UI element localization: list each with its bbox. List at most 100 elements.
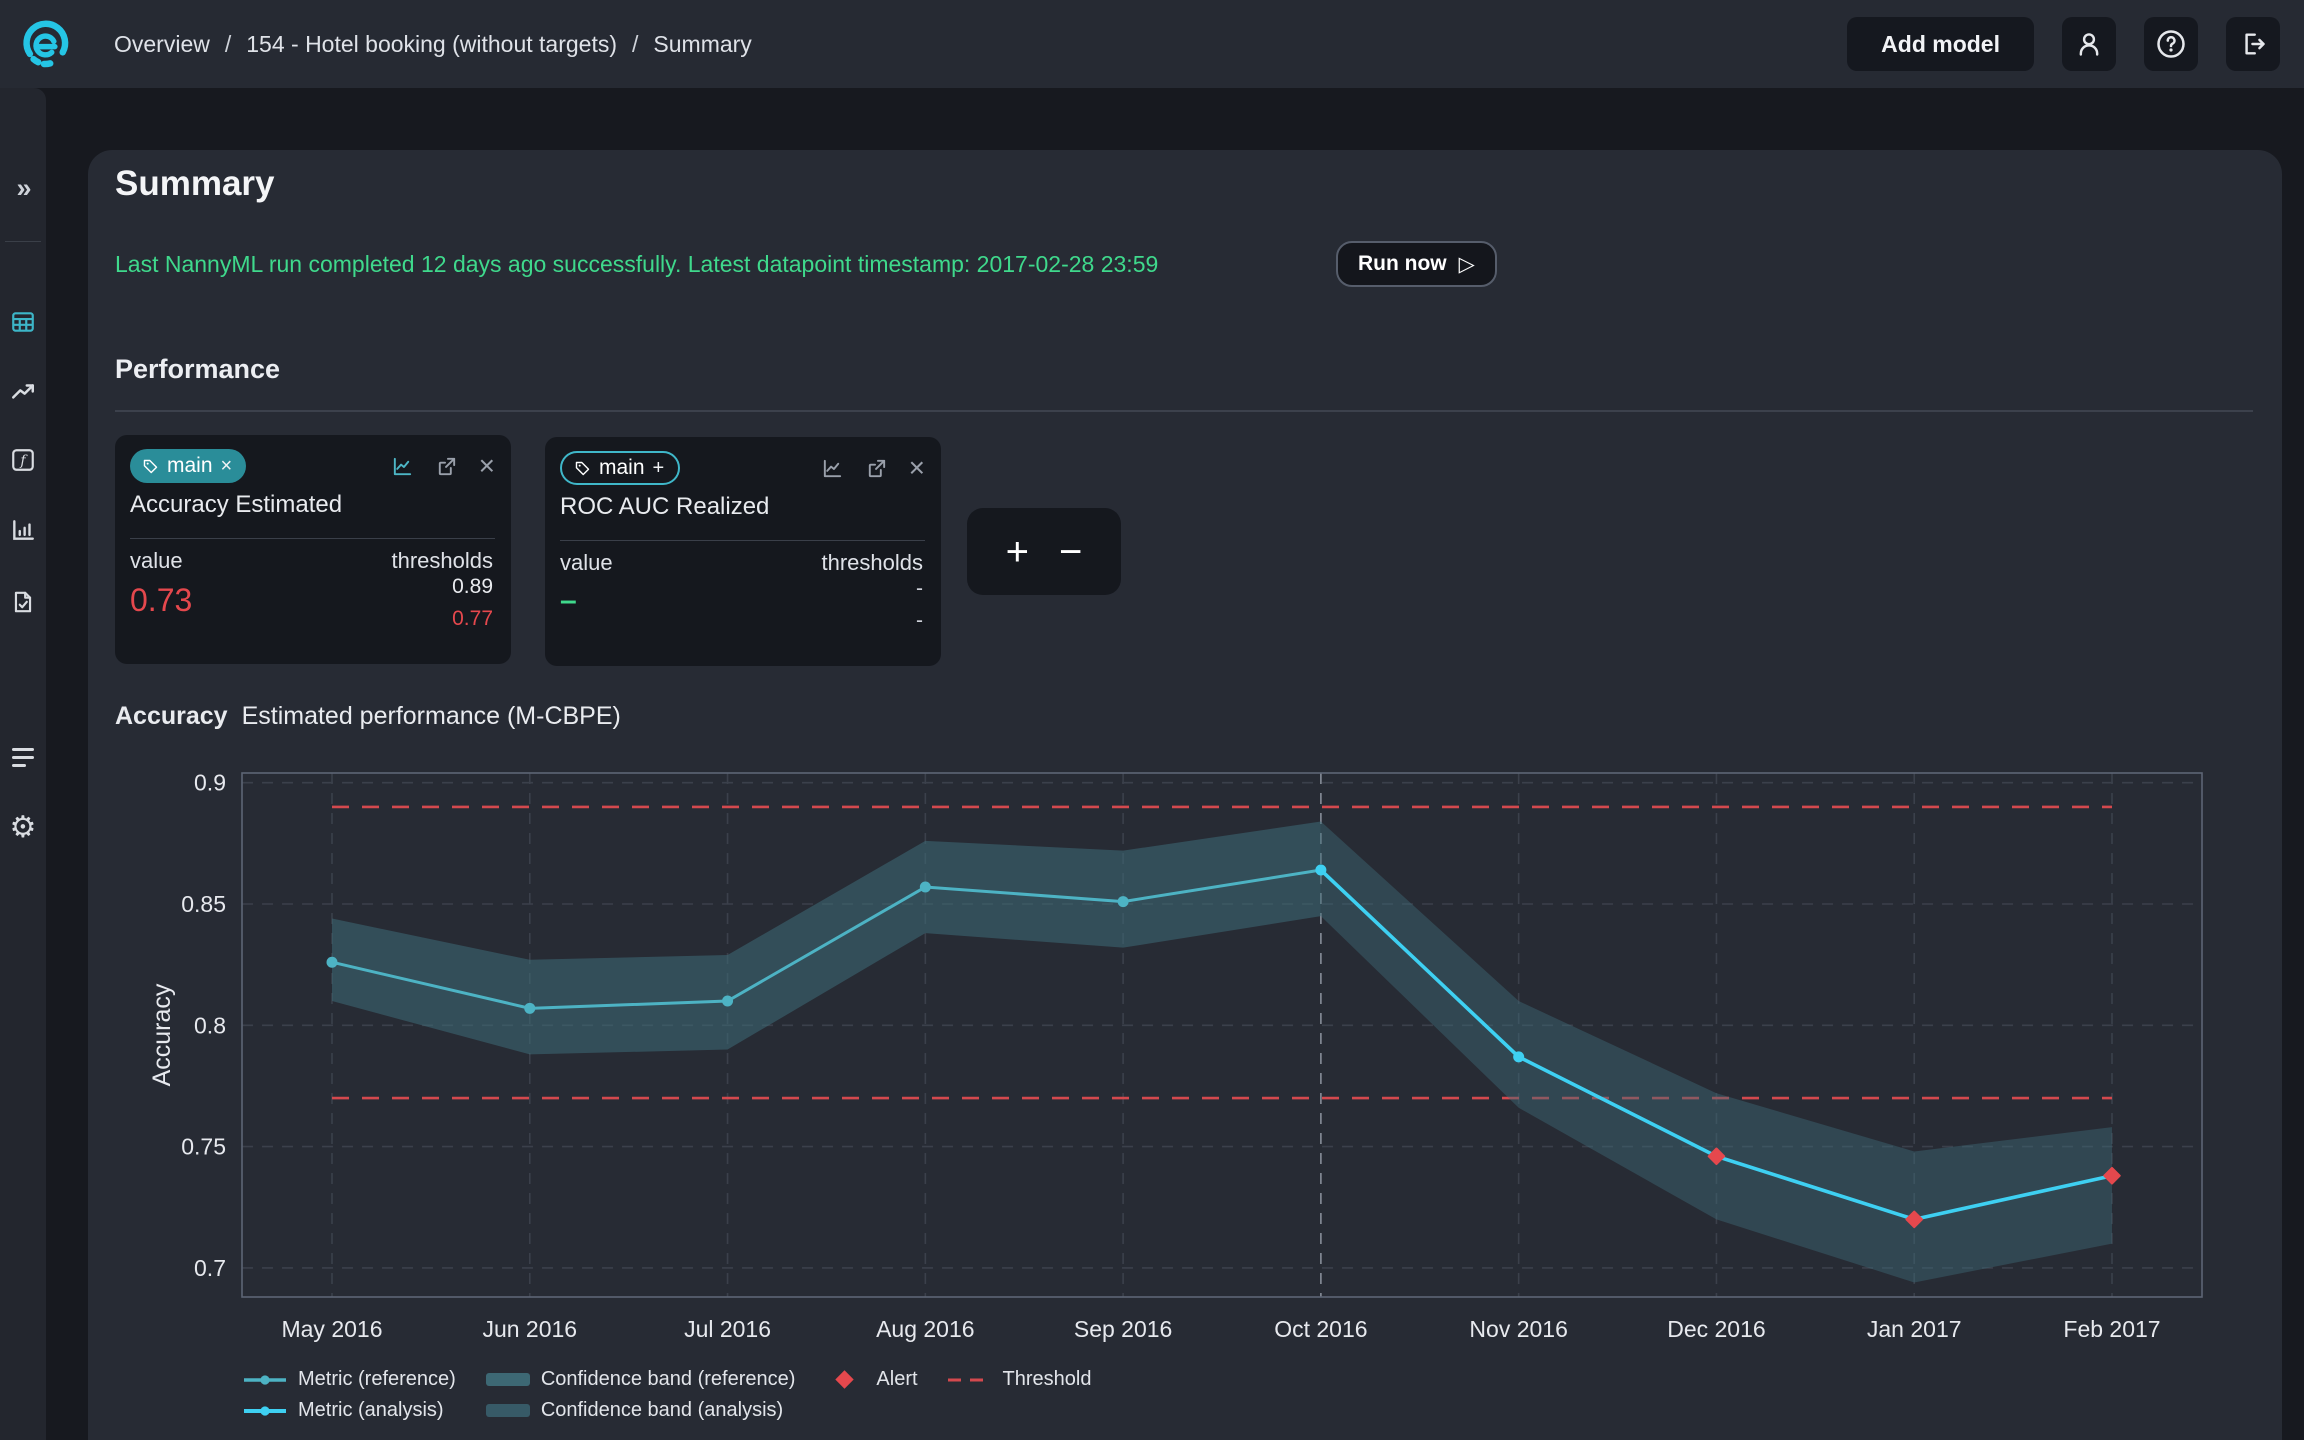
tag-remove-icon[interactable]: × xyxy=(221,455,233,478)
help-icon xyxy=(2156,29,2186,59)
legend-band-analysis[interactable]: Confidence band (analysis) xyxy=(486,1399,796,1422)
legend-alert[interactable]: Alert xyxy=(825,1368,917,1391)
sidebar-item-logs[interactable] xyxy=(0,729,46,785)
legend-metric-reference[interactable]: Metric (reference) xyxy=(243,1368,456,1391)
sidebar-item-performance[interactable] xyxy=(0,364,46,420)
sidebar-item-monitoring[interactable] xyxy=(0,294,46,350)
svg-text:0.9: 0.9 xyxy=(194,770,226,796)
tag-icon xyxy=(574,460,591,477)
svg-text:Sep 2016: Sep 2016 xyxy=(1074,1316,1172,1342)
threshold-dash-swatch xyxy=(948,1377,992,1383)
svg-text:May 2016: May 2016 xyxy=(281,1316,382,1342)
view-chart-button[interactable] xyxy=(391,455,414,478)
sidebar-expand-toggle[interactable]: » xyxy=(0,160,46,216)
content-card: Summary Last NannyML run completed 12 da… xyxy=(88,150,2282,1440)
metric-card-header: main + xyxy=(560,450,925,486)
page-title: Summary xyxy=(115,164,275,204)
svg-text:Jun 2016: Jun 2016 xyxy=(482,1316,577,1342)
legend-label: Metric (analysis) xyxy=(298,1399,444,1422)
run-now-button[interactable]: Run now ▷ xyxy=(1336,241,1497,287)
run-now-label: Run now xyxy=(1358,252,1447,276)
nannyml-logo[interactable] xyxy=(20,19,70,69)
breadcrumb-summary[interactable]: Summary xyxy=(653,31,751,58)
tag-label: main xyxy=(167,454,213,478)
legend-metric-analysis[interactable]: Metric (analysis) xyxy=(243,1399,456,1422)
logout-button[interactable] xyxy=(2226,17,2280,71)
svg-text:Dec 2016: Dec 2016 xyxy=(1667,1316,1765,1342)
navbar-actions: Add model xyxy=(1847,17,2280,71)
svg-text:Oct 2016: Oct 2016 xyxy=(1274,1316,1367,1342)
logout-icon xyxy=(2239,30,2267,58)
sidebar-item-reports[interactable] xyxy=(0,574,46,630)
sidebar-item-settings[interactable]: ⚙ xyxy=(0,799,46,855)
svg-text:Feb 2017: Feb 2017 xyxy=(2063,1316,2160,1342)
metric-title: ROC AUC Realized xyxy=(560,493,769,521)
breadcrumb-separator: / xyxy=(632,31,638,58)
svg-text:Jan 2017: Jan 2017 xyxy=(1867,1316,1962,1342)
external-link-icon xyxy=(435,455,458,478)
breadcrumb-overview[interactable]: Overview xyxy=(114,31,210,58)
legend-label: Threshold xyxy=(1003,1368,1092,1391)
breadcrumb-model[interactable]: 154 - Hotel booking (without targets) xyxy=(246,31,617,58)
status-row: Last NannyML run completed 12 days ago s… xyxy=(115,240,2255,288)
band-analysis-swatch xyxy=(486,1404,530,1417)
legend-label: Metric (reference) xyxy=(298,1368,456,1391)
metric-analysis-swatch xyxy=(243,1404,287,1418)
alert-diamond-icon xyxy=(836,1370,854,1388)
tag-icon xyxy=(142,458,159,475)
nannyml-dashboard: Overview / 154 - Hotel booking (without … xyxy=(0,0,2304,1440)
thresholds-label: thresholds xyxy=(821,550,923,576)
threshold-lower-value: 0.77 xyxy=(452,607,493,631)
external-link-icon xyxy=(865,457,888,480)
section-divider xyxy=(115,410,2253,412)
legend-band-reference[interactable]: Confidence band (reference) xyxy=(486,1368,796,1391)
chart-title-subtitle: Estimated performance (M-CBPE) xyxy=(242,702,621,730)
metric-value: 0.73 xyxy=(130,582,192,619)
value-label: value xyxy=(130,548,183,574)
chevron-double-right-icon: » xyxy=(16,173,29,204)
sidebar-divider xyxy=(5,241,41,242)
svg-text:Accuracy: Accuracy xyxy=(148,983,176,1086)
open-external-button[interactable] xyxy=(435,455,458,478)
remove-metric-button[interactable]: − xyxy=(1059,532,1082,572)
sidebar-item-concept-shift[interactable]: f xyxy=(0,432,46,488)
threshold-upper-value: 0.89 xyxy=(452,575,493,599)
svg-text:0.8: 0.8 xyxy=(194,1012,226,1038)
metric-title: Accuracy Estimated xyxy=(130,491,342,519)
table-grid-icon xyxy=(10,309,36,335)
svg-text:f: f xyxy=(19,453,28,469)
tag-main[interactable]: main × xyxy=(130,449,246,483)
close-card-button[interactable]: × xyxy=(479,456,495,476)
accuracy-performance-chart[interactable]: 0.90.850.80.750.7May 2016Jun 2016Jul 201… xyxy=(142,767,2216,1363)
svg-text:0.75: 0.75 xyxy=(181,1134,226,1160)
add-remove-metric-panel: + − xyxy=(967,508,1121,595)
add-metric-button[interactable]: + xyxy=(1006,532,1029,572)
chart-title: AccuracyEstimated performance (M-CBPE) xyxy=(115,702,621,731)
trending-up-icon xyxy=(10,379,36,405)
line-chart-icon xyxy=(391,455,414,478)
legend-label: Confidence band (analysis) xyxy=(541,1399,783,1422)
user-account-button[interactable] xyxy=(2062,17,2116,71)
sidebar-item-distribution[interactable] xyxy=(0,502,46,558)
legend-label: Alert xyxy=(876,1368,917,1391)
metric-card-roc-auc: main + xyxy=(545,437,941,666)
thresholds-label: thresholds xyxy=(391,548,493,574)
legend-threshold[interactable]: Threshold xyxy=(948,1368,1092,1391)
legend-label: Confidence band (reference) xyxy=(541,1368,796,1391)
metric-card-accuracy: main × xyxy=(115,435,511,664)
add-model-button[interactable]: Add model xyxy=(1847,17,2034,71)
tag-main[interactable]: main + xyxy=(560,451,680,485)
view-chart-button[interactable] xyxy=(821,457,844,480)
breadcrumb-separator: / xyxy=(225,31,231,58)
open-external-button[interactable] xyxy=(865,457,888,480)
tag-add-icon[interactable]: + xyxy=(653,457,665,480)
document-check-icon xyxy=(10,589,36,615)
svg-text:Jul 2016: Jul 2016 xyxy=(684,1316,771,1342)
sidebar: » f xyxy=(0,88,46,1440)
function-icon: f xyxy=(10,447,36,473)
metric-card-header: main × xyxy=(130,448,495,484)
help-button[interactable] xyxy=(2144,17,2198,71)
bar-chart-icon xyxy=(10,517,36,543)
close-card-button[interactable]: × xyxy=(909,458,925,478)
metric-value: – xyxy=(560,584,577,618)
